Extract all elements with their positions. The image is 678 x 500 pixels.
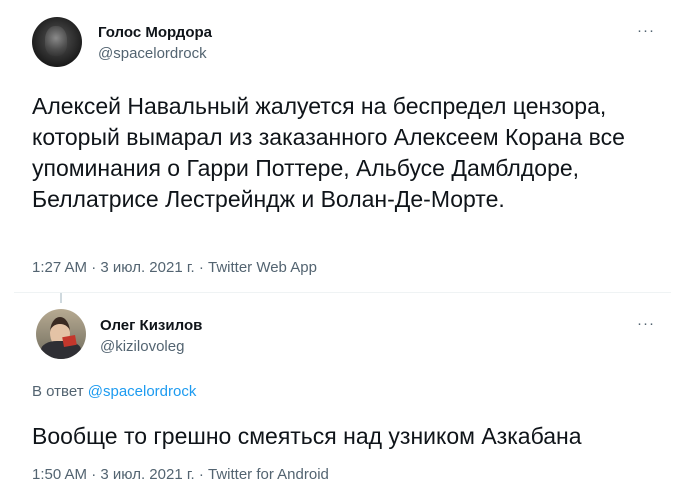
tweet-meta: 1:50 AM · 3 июл. 2021 г. · Twitter for A…	[32, 466, 329, 483]
tweet-source[interactable]: Twitter for Android	[208, 466, 329, 483]
reply-mention-link[interactable]: @spacelordrock	[88, 383, 197, 400]
tweet-meta: 1:27 AM · 3 июл. 2021 г. · Twitter Web A…	[32, 259, 317, 276]
reply-prefix: В ответ	[32, 383, 84, 400]
tweet-time[interactable]: 1:50 AM	[32, 466, 87, 483]
replying-to: В ответ @spacelordrock	[32, 383, 196, 400]
thread-connector	[60, 293, 62, 303]
separator: ·	[198, 259, 204, 276]
tweet-text: Алексей Навальный жалуется на беспредел …	[32, 93, 625, 212]
user-handle[interactable]: @kizilovoleg	[100, 338, 184, 355]
tweet-date[interactable]: 3 июл. 2021 г.	[100, 466, 194, 483]
tweet-text: Вообще то грешно смеяться над узником Аз…	[32, 423, 582, 449]
display-name[interactable]: Олег Кизилов	[100, 317, 202, 334]
tweet-time[interactable]: 1:27 AM	[32, 259, 87, 276]
more-options-icon[interactable]: ···	[637, 22, 655, 39]
tweet-source[interactable]: Twitter Web App	[208, 259, 317, 276]
more-options-icon[interactable]: ···	[637, 315, 655, 332]
user-handle[interactable]: @spacelordrock	[98, 45, 207, 62]
display-name[interactable]: Голос Мордора	[98, 24, 212, 41]
separator: ·	[198, 466, 204, 483]
avatar[interactable]	[32, 17, 82, 67]
separator: ·	[91, 466, 97, 483]
tweet-date[interactable]: 3 июл. 2021 г.	[100, 259, 194, 276]
separator: ·	[91, 259, 97, 276]
avatar-figure	[45, 26, 67, 56]
main-tweet: Голос Мордора @spacelordrock ··· Алексей…	[0, 0, 678, 293]
avatar[interactable]	[36, 309, 86, 359]
